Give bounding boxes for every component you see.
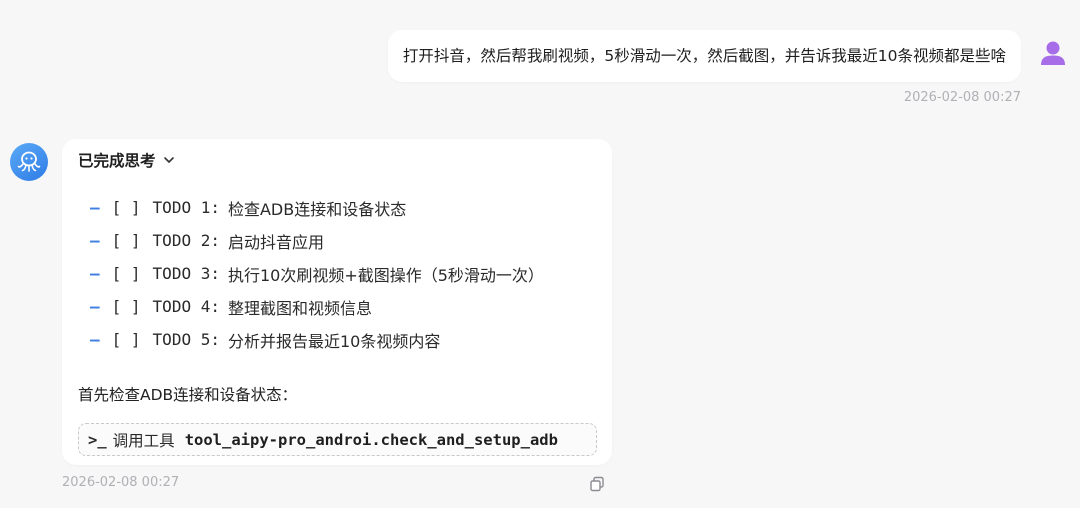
todo-checkbox: [ ]: [111, 330, 141, 349]
todo-text: 分析并报告最近10条视频内容: [227, 331, 441, 351]
todo-item: – [ ] TODO 4: 整理截图和视频信息: [90, 290, 544, 323]
chat-page: 打开抖音，然后帮我刷视频，5秒滑动一次，然后截图，并告诉我最近10条视频都是些啥…: [0, 0, 1080, 508]
assistant-message-timestamp: 2026-02-08 00:27: [62, 475, 180, 490]
tool-call-prefix: 调用工具: [112, 431, 175, 450]
todo-label: TODO 1:: [152, 198, 220, 217]
list-bullet: –: [90, 297, 100, 316]
tool-name: tool_aipy-pro_androi.check_and_setup_adb: [184, 430, 558, 449]
terminal-icon: >_: [88, 430, 107, 449]
todo-list: – [ ] TODO 1: 检查ADB连接和设备状态 – [ ] TODO 2:…: [90, 191, 544, 356]
todo-item: – [ ] TODO 3: 执行10次刷视频+截图操作（5秒滑动一次）: [90, 257, 544, 290]
todo-text: 启动抖音应用: [227, 232, 324, 252]
todo-label: TODO 2:: [152, 231, 220, 250]
thinking-toggle[interactable]: 已完成思考: [78, 149, 176, 171]
todo-label: TODO 4:: [152, 297, 220, 316]
bot-avatar: [10, 143, 48, 181]
todo-checkbox: [ ]: [111, 231, 141, 250]
todo-text: 执行10次刷视频+截图操作（5秒滑动一次）: [227, 265, 544, 285]
assistant-intro-text: 首先检查ADB连接和设备状态：: [78, 386, 298, 404]
user-message-timestamp: 2026-02-08 00:27: [903, 90, 1021, 105]
list-bullet: –: [90, 264, 100, 283]
list-bullet: –: [90, 231, 100, 250]
todo-item: – [ ] TODO 1: 检查ADB连接和设备状态: [90, 191, 544, 224]
user-icon[interactable]: [1038, 38, 1068, 68]
todo-label: TODO 3:: [152, 264, 220, 283]
chevron-down-icon: [163, 157, 174, 163]
copy-icon[interactable]: [589, 476, 605, 492]
list-bullet: –: [90, 198, 100, 217]
thinking-label: 已完成思考: [78, 152, 156, 170]
todo-checkbox: [ ]: [111, 198, 141, 217]
list-bullet: –: [90, 330, 100, 349]
todo-item: – [ ] TODO 5: 分析并报告最近10条视频内容: [90, 323, 544, 356]
todo-text: 检查ADB连接和设备状态: [227, 199, 407, 219]
todo-label: TODO 5:: [152, 330, 220, 349]
todo-checkbox: [ ]: [111, 297, 141, 316]
octopus-icon: [17, 151, 41, 172]
todo-text: 整理截图和视频信息: [227, 298, 372, 318]
assistant-message-card: 已完成思考 – [ ] TODO 1: 检查ADB连接和设备状态 – [ ] T…: [62, 139, 612, 465]
todo-item: – [ ] TODO 2: 启动抖音应用: [90, 224, 544, 257]
user-message-text: 打开抖音，然后帮我刷视频，5秒滑动一次，然后截图，并告诉我最近10条视频都是些啥: [402, 47, 1006, 65]
tool-call-block[interactable]: >_ 调用工具 tool_aipy-pro_androi.check_and_s…: [78, 423, 597, 456]
todo-checkbox: [ ]: [111, 264, 141, 283]
user-message-bubble: 打开抖音，然后帮我刷视频，5秒滑动一次，然后截图，并告诉我最近10条视频都是些啥: [387, 30, 1021, 82]
